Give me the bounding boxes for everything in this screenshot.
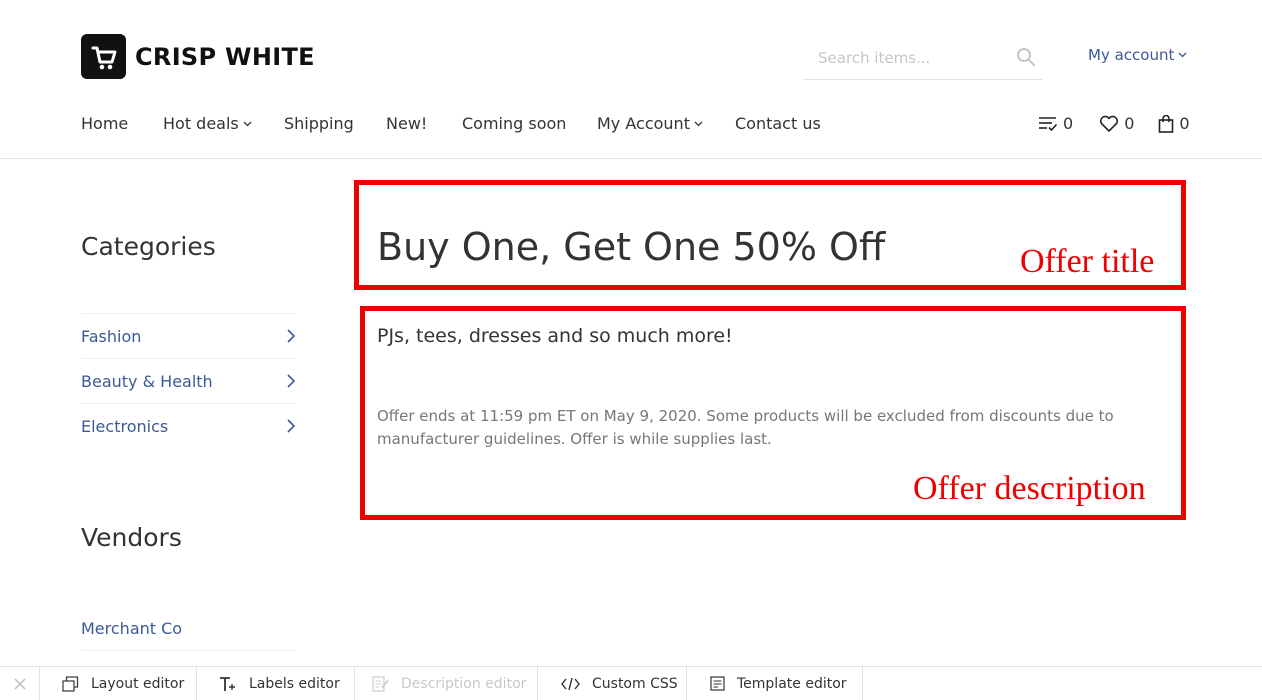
labels-editor-label: Labels editor (249, 675, 340, 692)
nav-item-home[interactable]: Home (81, 114, 163, 133)
compare-count: 0 (1063, 114, 1074, 133)
my-account-label: My account (1088, 46, 1175, 64)
search-icon[interactable] (1016, 47, 1036, 71)
layout-icon (62, 675, 79, 692)
header-counters: 0 0 0 (1038, 114, 1190, 133)
description-editor-button[interactable]: Description editor (355, 666, 538, 700)
editor-toolbar: Layout editor Labels editor Description … (0, 666, 1262, 700)
category-item-fashion[interactable]: Fashion (81, 313, 296, 358)
vendor-item[interactable]: Merchant Co (81, 606, 296, 651)
chevron-right-icon (287, 374, 296, 388)
edit-document-icon (372, 675, 389, 692)
chevron-right-icon (287, 419, 296, 433)
search-box (803, 36, 1042, 80)
search-input[interactable] (803, 48, 1003, 67)
nav-item-shipping[interactable]: Shipping (284, 114, 386, 133)
nav-item-coming-soon[interactable]: Coming soon (462, 114, 597, 133)
nav-item-new[interactable]: New! (386, 114, 462, 133)
category-item-electronics[interactable]: Electronics (81, 403, 296, 448)
labels-editor-button[interactable]: Labels editor (197, 666, 355, 700)
category-item-beauty-health[interactable]: Beauty & Health (81, 358, 296, 403)
code-icon (561, 677, 580, 691)
template-editor-button[interactable]: Template editor (687, 666, 863, 700)
layout-editor-button[interactable]: Layout editor (40, 666, 197, 700)
offer-title-annotation: Offer title (1020, 243, 1155, 280)
close-toolbar-button[interactable] (0, 666, 40, 700)
my-account-dropdown[interactable]: My account (1088, 46, 1187, 64)
nav-item-label: My Account (597, 114, 690, 133)
wishlist-link[interactable]: 0 (1099, 114, 1134, 133)
text-size-icon (219, 676, 237, 692)
custom-css-label: Custom CSS (592, 675, 678, 692)
vendors-title: Vendors (81, 523, 182, 552)
category-list: Fashion Beauty & Health Electronics (81, 313, 296, 448)
cart-link[interactable]: 0 (1158, 114, 1190, 133)
chevron-down-icon (694, 121, 703, 126)
nav-item-label: Home (81, 114, 129, 133)
category-label: Fashion (81, 326, 142, 346)
offer-subtitle: PJs, tees, dresses and so much more! (377, 325, 733, 347)
compare-list-icon (1039, 116, 1058, 131)
chevron-down-icon (243, 121, 252, 126)
template-editor-label: Template editor (737, 675, 847, 692)
wishlist-count: 0 (1124, 114, 1135, 133)
chevron-right-icon (287, 329, 296, 343)
nav-item-contact-us[interactable]: Contact us (735, 114, 821, 133)
chevron-down-icon (1178, 52, 1187, 58)
categories-title: Categories (81, 232, 216, 261)
category-label: Electronics (81, 416, 169, 436)
nav-item-label: Shipping (284, 114, 354, 133)
close-icon (14, 678, 25, 689)
heart-icon (1100, 115, 1119, 132)
brand-logo[interactable]: CRISP WHITE (81, 34, 315, 79)
custom-css-button[interactable]: Custom CSS (538, 666, 687, 700)
cart-count: 0 (1179, 114, 1190, 133)
brand-name: CRISP WHITE (135, 42, 315, 71)
nav-item-my-account[interactable]: My Account (597, 114, 735, 133)
shopping-bag-icon (1159, 114, 1174, 133)
template-icon (710, 676, 725, 691)
offer-title: Buy One, Get One 50% Off (377, 225, 886, 269)
compare-link[interactable]: 0 (1038, 114, 1073, 133)
cart-logo-icon (81, 34, 126, 79)
header-divider (0, 158, 1262, 159)
vendor-label: Merchant Co (81, 618, 183, 638)
category-label: Beauty & Health (81, 371, 213, 391)
main-nav: Home Hot deals Shipping New! Coming soon… (81, 114, 821, 133)
vendor-list: Merchant Co (81, 606, 296, 651)
description-editor-label: Description editor (401, 675, 527, 692)
offer-description-annotation: Offer description (913, 470, 1146, 507)
nav-item-label: Coming soon (462, 114, 567, 133)
nav-item-hot-deals[interactable]: Hot deals (163, 114, 284, 133)
nav-item-label: Contact us (735, 114, 821, 133)
nav-item-label: New! (386, 114, 428, 133)
layout-editor-label: Layout editor (91, 675, 185, 692)
nav-item-label: Hot deals (163, 114, 239, 133)
offer-note: Offer ends at 11:59 pm ET on May 9, 2020… (377, 407, 1114, 448)
